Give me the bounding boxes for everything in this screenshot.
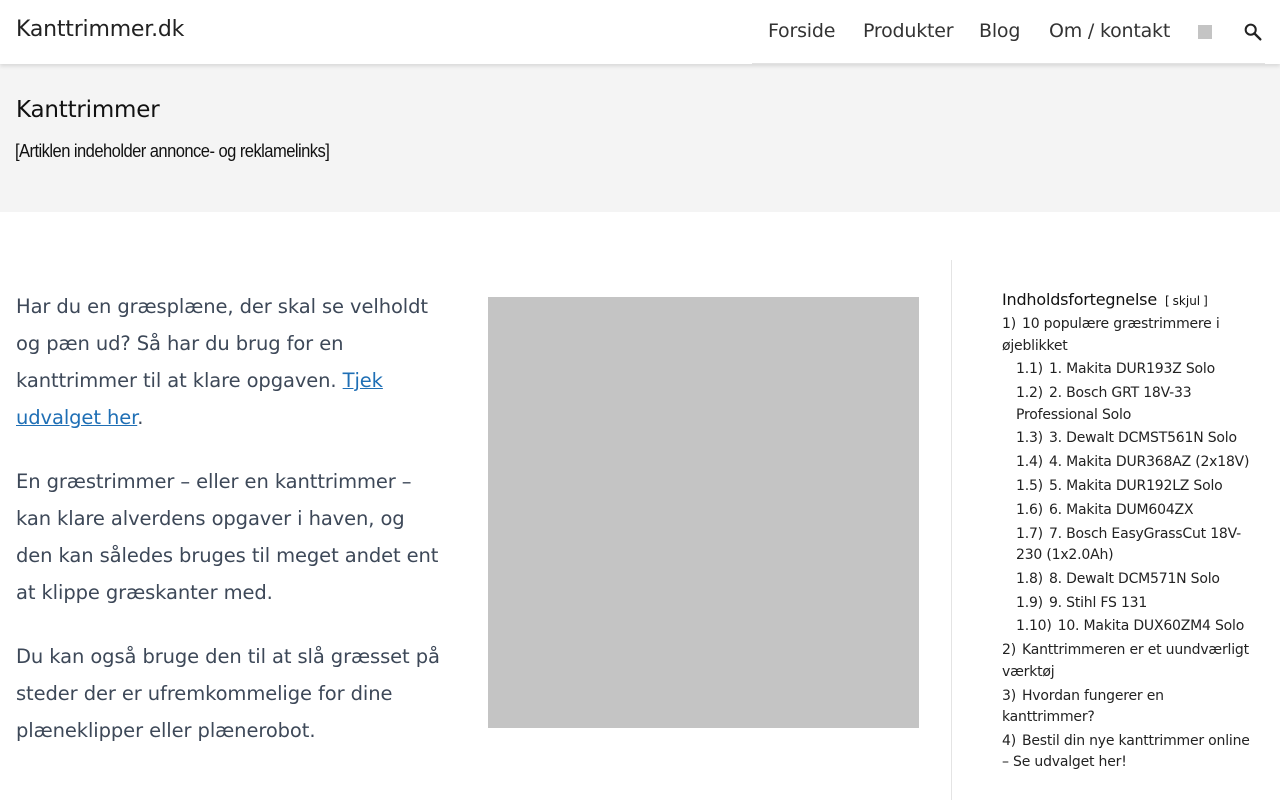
toc-item[interactable]: 1.8) 8. Dewalt DCM571N Solo [1002,569,1252,591]
main-nav: Forside Produkter Blog Om / kontakt [752,0,1265,64]
toc-item[interactable]: 1.5) 5. Makita DUR192LZ Solo [1002,476,1252,498]
nav-produkter[interactable]: Produkter [863,20,954,42]
toc-item[interactable]: 1.3) 3. Dewalt DCMST561N Solo [1002,428,1252,450]
toc-bracket-open: [ [1164,294,1170,308]
toc-item-number: 1.4) [1016,454,1043,471]
toc-item[interactable]: 1.10) 10. Makita DUX60ZM4 Solo [1002,616,1252,638]
intro-end: . [137,406,144,429]
table-of-contents: Indholdsfortegnelse [skjul] 1) 10 populær… [1002,290,1252,776]
toc-item[interactable]: 1.7) 7. Bosch EasyGrassCut 18V-230 (1x2.0… [1002,524,1252,567]
toc-item-number: 1.6) [1016,501,1043,518]
toc-item-number: 1.3) [1016,430,1043,447]
nav-om-kontakt[interactable]: Om / kontakt [1049,20,1170,42]
toc-list: 1) 10 populære græstrimmere i øjeblikket 1… [1002,314,1252,774]
toc-item[interactable]: 1) 10 populære græstrimmere i øjeblikket [1002,314,1252,357]
toc-item-label: Hvordan fungerer en kanttrimmer? [1002,687,1164,726]
toc-toggle: [skjul] [1165,294,1208,308]
toc-item-label: Kanttrimmeren er et uundværligt værktøj [1002,642,1249,680]
toc-item-number: 2) [1002,642,1016,659]
toc-item[interactable]: 4) Bestil din nye kanttrimmer online – Se… [1002,731,1252,774]
toc-item-number: 1.5) [1016,477,1043,494]
site-header: Kanttrimmer.dk Forside Produkter Blog Om… [0,0,1280,64]
page-hero: Kanttrimmer [Artiklen indeholder annonce… [0,64,1280,212]
toc-item[interactable]: 1.2) 2. Bosch GRT 18V-33 Professional Sol… [1002,383,1252,426]
toc-hide-button[interactable]: skjul [1173,294,1200,308]
page-title: Kanttrimmer [16,97,160,123]
toc-item-number: 1.8) [1016,570,1043,587]
toc-item-label: 1. Makita DUR193Z Solo [1048,361,1215,378]
toc-item-number: 3) [1002,687,1016,704]
sidebar-divider [951,260,952,800]
toc-item[interactable]: 1.6) 6. Makita DUM604ZX [1002,500,1252,522]
toc-item[interactable]: 2) Kanttrimmeren er et uundværligt værktø… [1002,640,1252,683]
toc-item-number: 1.10) [1016,618,1052,635]
toc-item-number: 1) [1002,316,1016,332]
toc-item-number: 1.2) [1016,385,1043,402]
toc-item[interactable]: 1.4) 4. Makita DUR368AZ (2x18V) [1002,452,1252,474]
nav-blog[interactable]: Blog [979,20,1020,42]
site-brand-link[interactable]: Kanttrimmer.dk [16,17,184,42]
toc-item-label: 8. Dewalt DCM571N Solo [1048,570,1220,587]
search-icon[interactable] [1242,21,1264,43]
toc-item-number: 1.1) [1016,361,1043,378]
toc-item-label: 10 populære græstrimmere i øjeblikket [1002,316,1220,354]
paragraph-3: Du kan også bruge den til at slå græsset… [16,645,440,742]
toc-item[interactable]: 1.9) 9. Stihl FS 131 [1002,593,1252,615]
toc-item[interactable]: 3) Hvordan fungerer en kanttrimmer? [1002,686,1252,729]
toc-item-number: 4) [1002,732,1016,749]
toc-item-label: 7. Bosch EasyGrassCut 18V-230 (1x2.0Ah) [1016,525,1242,564]
toc-header: Indholdsfortegnelse [skjul] [1002,290,1252,309]
intro-paragraph: Har du en græsplæne, der skal se velhold… [16,288,446,436]
toc-item-label: 4. Makita DUR368AZ (2x18V) [1048,454,1250,471]
article-image [488,297,919,728]
toc-item-label: Bestil din nye kanttrimmer online – Se u… [1002,732,1250,771]
toc-item-number: 1.9) [1016,594,1043,611]
article-content: Har du en græsplæne, der skal se velhold… [16,288,446,776]
image-placeholder-icon[interactable] [1198,25,1212,39]
toc-item[interactable]: 1.1) 1. Makita DUR193Z Solo [1002,359,1252,381]
toc-bracket-close: ] [1203,294,1208,308]
toc-item-label: 10. Makita DUX60ZM4 Solo [1057,618,1245,635]
toc-item-label: 5. Makita DUR192LZ Solo [1048,477,1223,494]
toc-item-label: 3. Dewalt DCMST561N Solo [1048,430,1237,447]
nav-forside[interactable]: Forside [768,20,835,42]
toc-item-number: 1.7) [1016,525,1043,542]
ad-disclaimer: [Artiklen indeholder annonce- og reklame… [15,141,330,161]
paragraph-2: En græstrimmer – eller en kanttrimmer – … [16,470,439,604]
toc-title: Indholdsfortegnelse [1002,290,1157,309]
toc-item-label: 6. Makita DUM604ZX [1048,501,1194,518]
toc-item-label: 9. Stihl FS 131 [1048,594,1148,611]
